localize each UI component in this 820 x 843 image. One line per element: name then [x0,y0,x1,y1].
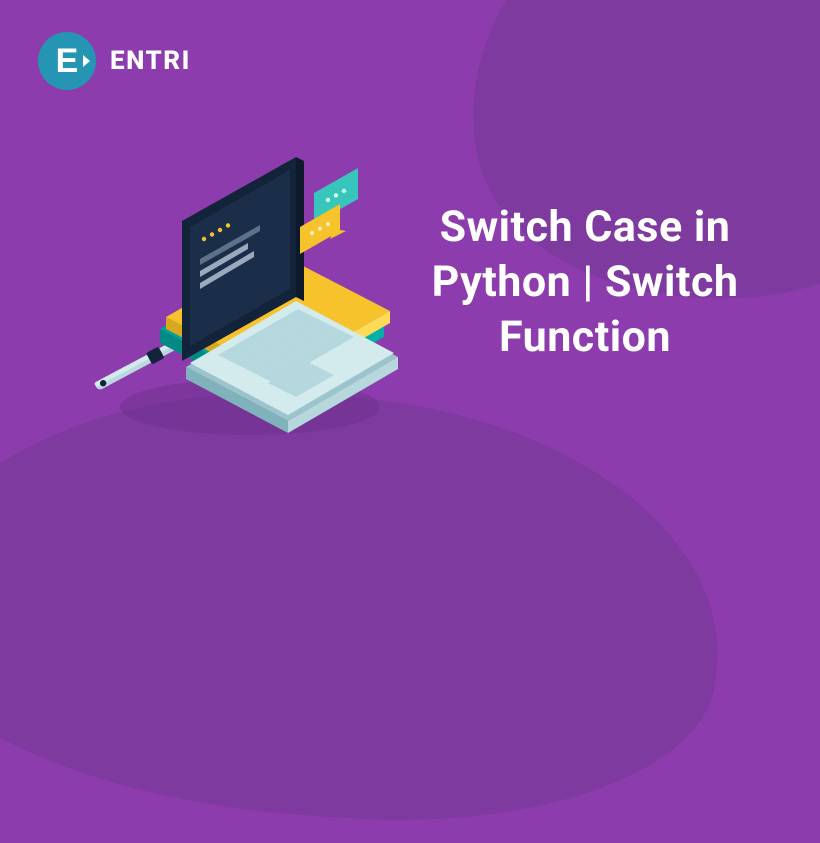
logo-play-icon [83,55,90,67]
logo-text: ENTRI [110,46,191,76]
page-title: Switch Case in Python | Switch Function [400,200,770,365]
logo-badge: E [38,32,96,90]
entri-logo: E ENTRI [38,32,191,90]
laptop-illustration [100,175,410,455]
logo-letter: E [56,44,79,78]
